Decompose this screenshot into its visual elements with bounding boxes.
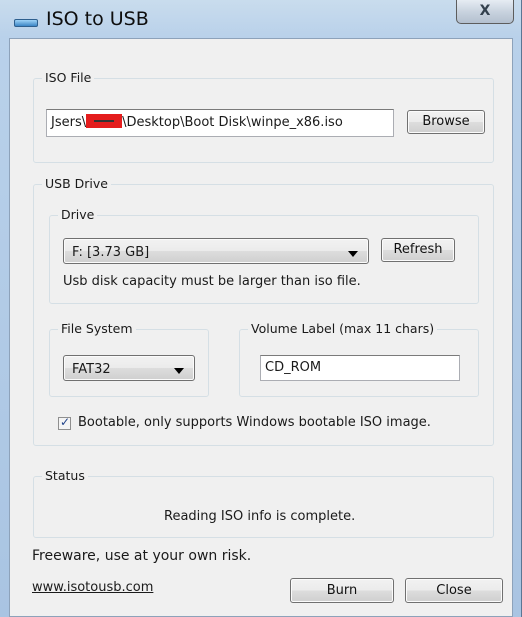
browse-button[interactable]: Browse — [407, 110, 485, 134]
status-legend: Status — [42, 468, 88, 483]
volume-label-input[interactable]: CD_ROM — [260, 355, 460, 381]
window-close-button[interactable]: X — [456, 0, 514, 24]
file-system-select-value: FAT32 — [72, 362, 111, 377]
window-title: ISO to USB — [46, 8, 149, 30]
iso-to-usb-window: ISO to USB X ISO File Jsers\ \Desktop\Boo… — [0, 0, 522, 617]
bootable-label[interactable]: Bootable, only supports Windows bootable… — [78, 415, 431, 430]
file-system-select[interactable]: FAT32 — [63, 355, 195, 381]
dialog-client-area: ISO File Jsers\ \Desktop\Boot Disk\winpe_… — [9, 38, 513, 617]
refresh-button[interactable]: Refresh — [381, 238, 455, 262]
chevron-down-icon — [174, 368, 184, 374]
redaction-mark — [86, 114, 123, 128]
chevron-down-icon — [348, 251, 358, 257]
iso-path-suffix: \Desktop\Boot Disk\winpe_x86.iso — [122, 115, 343, 130]
drive-group: Drive F: [3.73 GB] Refresh Usb disk capa… — [49, 207, 479, 304]
usb-drive-legend: USB Drive — [42, 176, 111, 191]
status-message: Reading ISO info is complete. — [164, 509, 356, 524]
file-system-legend: File System — [58, 321, 136, 336]
usb-drive-group: USB Drive Drive F: [3.73 GB] Refresh Usb… — [33, 176, 494, 446]
drive-select[interactable]: F: [3.73 GB] — [63, 238, 369, 264]
website-link[interactable]: www.isotousb.com — [32, 580, 153, 595]
iso-file-legend: ISO File — [42, 70, 95, 85]
drive-capacity-note: Usb disk capacity must be larger than is… — [63, 274, 361, 289]
app-icon — [14, 19, 38, 27]
volume-label-group: Volume Label (max 11 chars) CD_ROM — [239, 321, 479, 397]
iso-path-field[interactable]: Jsers\ \Desktop\Boot Disk\winpe_x86.iso — [46, 109, 394, 137]
iso-file-group: ISO File Jsers\ \Desktop\Boot Disk\winpe_… — [33, 70, 494, 163]
check-mark-icon: ✓ — [60, 415, 71, 429]
status-group: Status Reading ISO info is complete. — [33, 468, 494, 538]
file-system-group: File System FAT32 — [49, 321, 209, 397]
title-bar[interactable]: ISO to USB X — [0, 0, 522, 38]
bootable-checkbox[interactable]: ✓ — [58, 415, 71, 430]
close-button[interactable]: Close — [405, 578, 503, 603]
burn-button[interactable]: Burn — [290, 578, 394, 603]
volume-label-legend: Volume Label (max 11 chars) — [248, 321, 438, 336]
drive-select-value: F: [3.73 GB] — [72, 245, 150, 260]
iso-path-prefix: Jsers\ — [51, 115, 87, 130]
freeware-disclaimer: Freeware, use at your own risk. — [32, 548, 252, 564]
drive-legend: Drive — [58, 207, 98, 222]
